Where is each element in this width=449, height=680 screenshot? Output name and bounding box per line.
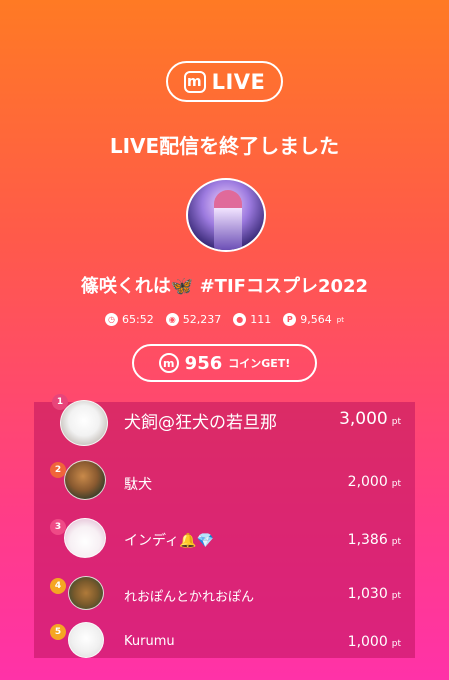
points-amount: 2,000 <box>347 474 388 490</box>
user-avatar[interactable] <box>60 400 108 446</box>
ranking-row[interactable]: 3 インディ🔔💎 1,386 pt <box>34 516 415 566</box>
user-points: 1,030 pt <box>348 586 401 602</box>
viewers-value: 52,237 <box>182 313 222 326</box>
user-name: Kurumu <box>124 634 175 649</box>
ranking-row[interactable]: 1 犬飼@狂犬の若旦那 3,000 pt <box>34 394 415 452</box>
points-unit: pt <box>391 591 401 601</box>
live-badge: m LIVE <box>166 61 283 102</box>
user-avatar[interactable] <box>68 576 104 610</box>
points-unit: pt <box>336 315 344 324</box>
coin-get-button[interactable]: m 956 コインGET! <box>132 344 317 382</box>
coin-amount: 956 <box>184 352 223 374</box>
user-points: 2,000 pt <box>348 474 401 490</box>
user-points: 1,000 pt <box>348 634 401 650</box>
coin-m-icon: m <box>158 353 179 373</box>
points-unit: pt <box>391 417 401 427</box>
user-avatar[interactable] <box>64 518 106 558</box>
streamer-photo <box>214 190 242 250</box>
comment-bubble-icon: ● <box>233 313 247 326</box>
user-points: 3,000 pt <box>339 409 401 429</box>
rank-badge: 4 <box>50 578 66 594</box>
points-p-icon: P <box>283 313 297 326</box>
gift-ranking-list: 1 犬飼@狂犬の若旦那 3,000 pt 2 駄犬 2,000 pt 3 インディ🔔… <box>34 394 415 658</box>
user-avatar[interactable] <box>68 622 104 658</box>
rank-badge: 1 <box>52 394 68 410</box>
points-amount: 1,386 <box>347 532 388 548</box>
ranking-row[interactable]: 2 駄犬 2,000 pt <box>34 458 415 508</box>
user-points: 1,386 pt <box>348 532 401 548</box>
stream-stats: ◷ 65:52 ◉ 52,237 ● 111 P 9,564 pt <box>0 313 449 326</box>
rank-badge: 5 <box>50 624 66 640</box>
points-amount: 1,000 <box>347 634 388 650</box>
stream-ended-title: LIVE配信を終了しました <box>109 134 340 158</box>
user-avatar[interactable] <box>64 460 106 500</box>
streamer-name: 篠咲くれは🦋 #TIFコスプレ2022 <box>80 276 369 297</box>
comments-stat: ● 111 <box>233 313 271 326</box>
user-name: インディ🔔💎 <box>124 533 214 549</box>
streamer-avatar[interactable] <box>186 178 266 252</box>
points-value: 9,564 <box>300 313 332 326</box>
viewers-stat: ◉ 52,237 <box>165 313 222 326</box>
points-unit: pt <box>391 537 401 547</box>
clock-icon: ◷ <box>105 313 119 326</box>
rank-badge: 2 <box>50 462 66 478</box>
rank-badge: 3 <box>50 519 66 535</box>
ranking-row[interactable]: 4 れおぽんとかれおぽん 1,030 pt <box>34 572 415 622</box>
user-name: 犬飼@狂犬の若旦那 <box>124 413 277 433</box>
points-amount: 1,030 <box>347 586 388 602</box>
coin-get-label: コインGET! <box>228 357 291 370</box>
duration-value: 65:52 <box>122 313 154 326</box>
points-stat: P 9,564 pt <box>283 313 344 326</box>
user-name: れおぽんとかれおぽん <box>124 590 255 605</box>
points-unit: pt <box>391 479 401 489</box>
user-name: 駄犬 <box>124 477 152 493</box>
ranking-row[interactable]: 5 Kurumu 1,000 pt <box>34 618 415 668</box>
points-unit: pt <box>391 639 401 649</box>
comments-value: 111 <box>250 313 272 326</box>
eye-icon: ◉ <box>165 313 179 326</box>
live-badge-label: LIVE <box>211 69 266 94</box>
points-amount: 3,000 <box>339 409 388 429</box>
mixchannel-logo-icon: m <box>183 70 206 93</box>
duration-stat: ◷ 65:52 <box>105 313 154 326</box>
